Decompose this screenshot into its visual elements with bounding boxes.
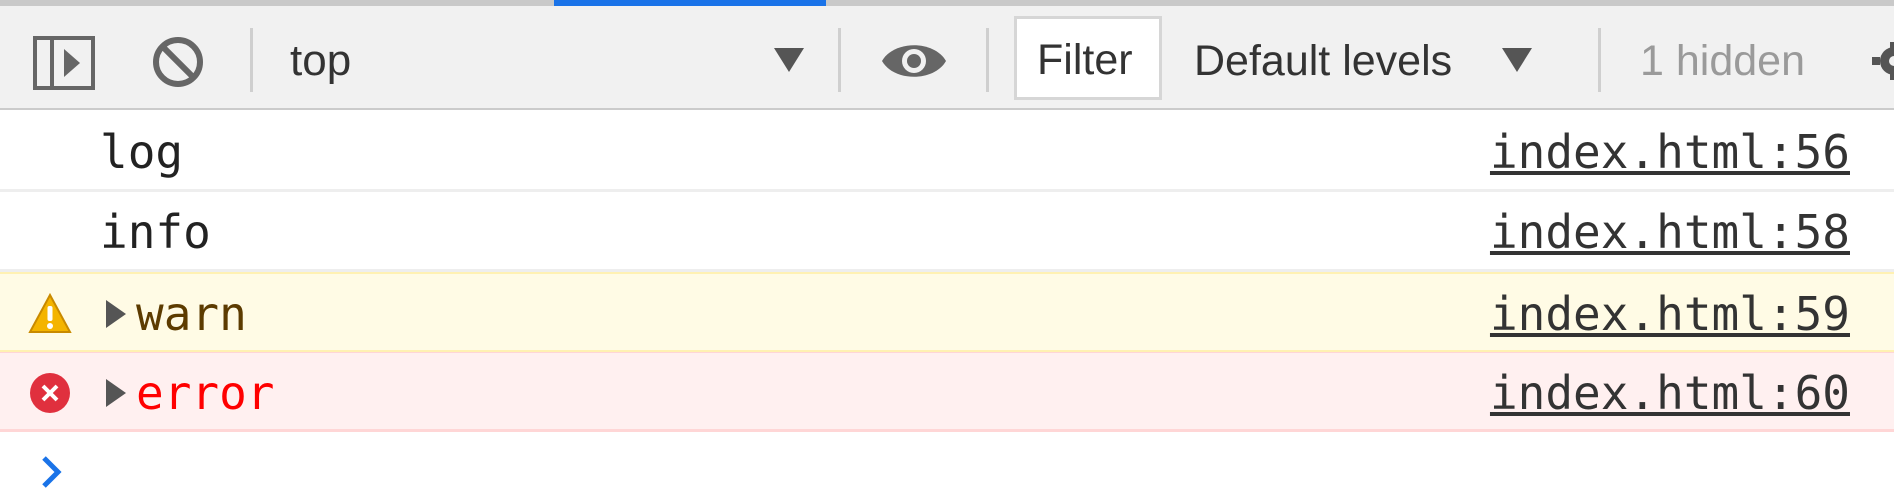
console-input[interactable] [90,440,1850,490]
toolbar-divider [986,28,989,92]
create-live-expression-button[interactable] [880,36,948,86]
source-link[interactable]: index.html:58 [1490,206,1850,258]
expand-triangle-icon[interactable] [106,379,126,407]
clear-console-button[interactable] [148,32,208,92]
console-message-warn: warn index.html:59 [0,272,1894,352]
filter-input[interactable]: Filter [1014,16,1162,100]
source-link[interactable]: index.html:56 [1490,126,1850,178]
execution-context-select[interactable]: top [266,26,822,96]
execution-context-value: top [290,36,352,85]
gear-icon [1872,42,1894,80]
console-prompt [0,432,1894,492]
console-message-info: info index.html:58 [0,192,1894,272]
filter-placeholder: Filter [1037,36,1133,84]
hidden-messages-count: 1 hidden [1640,37,1805,85]
console-message-log: log index.html:56 [0,112,1894,192]
warning-icon [28,292,72,333]
console-settings-button[interactable] [1868,36,1894,86]
toolbar-divider [1598,28,1601,92]
toolbar-divider [250,28,253,92]
log-levels-dropdown[interactable]: Default levels [1190,26,1540,96]
console-message-error: error index.html:60 [0,352,1894,432]
message-text: error [136,366,275,420]
message-text: info [100,205,211,259]
source-link[interactable]: index.html:60 [1490,367,1850,419]
console-toolbar: top Filter Default levels 1 hidden [0,6,1894,110]
console-messages: log index.html:56 info index.html:58 war… [0,112,1894,492]
sidebar-toggle-icon [33,36,95,90]
source-link[interactable]: index.html:59 [1490,288,1850,340]
clear-console-icon [153,37,203,87]
message-text: log [100,125,184,179]
expand-triangle-icon[interactable] [106,300,126,328]
prompt-chevron-icon [42,456,62,488]
show-console-sidebar-button[interactable] [32,33,96,93]
toolbar-divider [838,28,841,92]
dropdown-arrow-icon [774,48,804,72]
error-icon [30,373,70,413]
dropdown-arrow-icon [1502,48,1532,72]
eye-icon [882,45,946,77]
message-text: warn [136,287,247,341]
log-levels-label: Default levels [1194,37,1453,85]
